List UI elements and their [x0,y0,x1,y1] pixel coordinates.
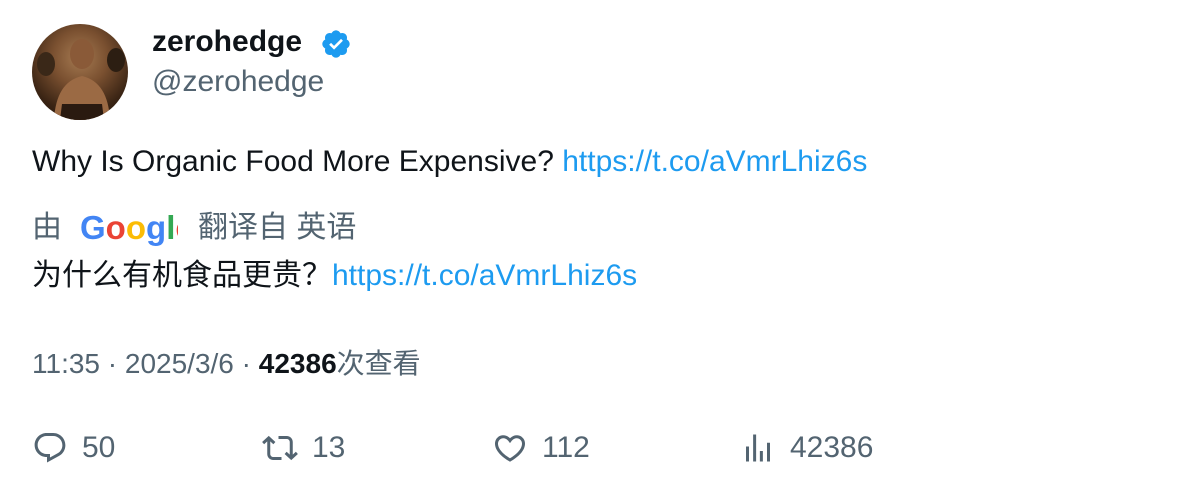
avatar-image [37,39,125,120]
views-button[interactable]: 42386 [740,430,873,466]
analytics-icon [746,434,770,462]
translation-suffix[interactable]: 翻译自 英语 [198,208,356,248]
heart-icon [494,435,526,462]
translation-attribution: 由 Google 翻译自 英语 [32,208,356,248]
google-logo-icon: Google [80,209,178,246]
like-button[interactable]: 112 [492,430,590,466]
retweet-count: 13 [312,431,346,464]
google-logo-text: Google [80,209,178,246]
tweet-text: Why Is Organic Food More Expensive? http… [32,142,867,182]
tweet-date[interactable]: 2025/3/6 [125,348,234,379]
translated-link[interactable]: https://t.co/aVmrLhiz6s [332,259,637,292]
views-count: 42386 [258,348,337,379]
retweet-button[interactable]: 13 [262,430,345,466]
meta-separator: · [100,348,125,379]
verified-badge-icon [322,30,350,58]
tweet-time[interactable]: 11:35 [32,348,100,379]
reply-icon [34,433,66,463]
views-label: 次查看 [336,348,421,379]
author-avatar[interactable] [32,24,128,120]
retweet-icon [262,435,298,461]
reply-count: 50 [82,431,116,464]
like-count: 112 [542,431,590,464]
display-name[interactable]: zerohedge [152,24,302,60]
tweet-body: Why Is Organic Food More Expensive? [32,145,563,178]
translated-text: 为什么有机食品更贵？https://t.co/aVmrLhiz6s [32,256,637,296]
meta-separator-2: · [233,348,259,379]
translation-prefix: 由 [32,211,62,244]
author-handle[interactable]: @zerohedge [152,64,324,100]
reply-button[interactable]: 50 [32,430,115,466]
views-action-count: 42386 [790,431,874,464]
translated-body: 为什么有机食品更贵？ [32,259,332,292]
action-bar: 50 13 112 42386 [0,430,1196,474]
tweet-metadata: 11:35 · 2025/3/6 · 42386次查看 [32,344,421,384]
tweet-link[interactable]: https://t.co/aVmrLhiz6s [562,145,867,178]
